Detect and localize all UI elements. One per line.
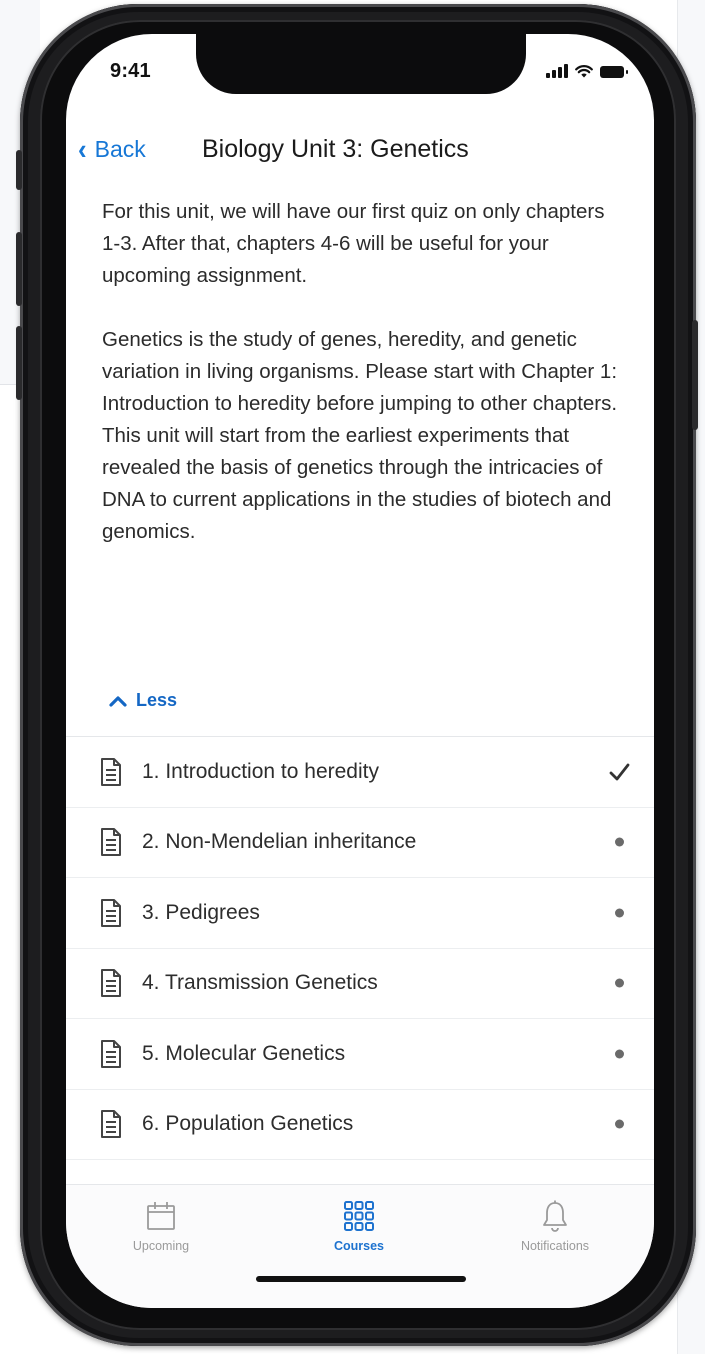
pending-dot-icon (615, 1049, 624, 1059)
status-icons (546, 64, 628, 78)
tab-courses[interactable]: Courses (284, 1199, 434, 1253)
tab-notifications[interactable]: Notifications (480, 1199, 630, 1253)
mute-switch (16, 150, 22, 190)
back-label: Back (94, 136, 146, 162)
chevron-up-icon (109, 695, 127, 707)
document-icon (101, 969, 121, 998)
chapter-title: 2. Non-Mendelian inheritance (142, 830, 417, 854)
page-title: Biology Unit 3: Genetics (202, 135, 469, 163)
document-icon (101, 757, 121, 786)
document-icon (101, 1039, 121, 1068)
chapter-list: 1. Introduction to heredity 2. Non-Mende… (66, 736, 654, 1160)
unit-description: For this unit, we will have our first qu… (102, 196, 622, 548)
document-icon (101, 828, 121, 857)
home-indicator[interactable] (256, 1276, 466, 1282)
chapter-title: 5. Molecular Genetics (142, 1041, 346, 1065)
bell-icon (543, 1200, 567, 1232)
tab-bar: Upcoming Courses Notifications (66, 1184, 654, 1308)
chapter-row[interactable]: 1. Introduction to heredity (66, 737, 654, 808)
calendar-icon (147, 1202, 175, 1230)
description-paragraph: For this unit, we will have our first qu… (102, 200, 605, 287)
chapter-title: 3. Pedigrees (142, 900, 260, 924)
show-less-label: Less (136, 690, 178, 710)
volume-up-button (16, 232, 22, 306)
nav-bar: ‹ Back Biology Unit 3: Genetics (66, 132, 654, 170)
status-time: 9:41 (110, 60, 151, 82)
grid-icon (344, 1201, 374, 1231)
chapter-row[interactable]: 2. Non-Mendelian inheritance (66, 808, 654, 878)
power-button (692, 320, 698, 430)
back-button[interactable]: ‹ Back (78, 132, 146, 166)
pending-dot-icon (615, 1119, 624, 1129)
tab-label: Courses (333, 1239, 385, 1253)
tab-label: Notifications (520, 1239, 590, 1253)
pending-dot-icon (615, 908, 624, 918)
description-paragraph: Genetics is the study of genes, heredity… (102, 328, 618, 543)
chapter-row[interactable]: 6. Population Genetics (66, 1090, 654, 1160)
phone-screen: 9:41 ‹ Back Biology Unit 3: Genetics For… (66, 34, 654, 1308)
chapter-row[interactable]: 5. Molecular Genetics (66, 1019, 654, 1090)
chapter-title: 1. Introduction to heredity (142, 759, 379, 783)
chapter-title: 4. Transmission Genetics (142, 971, 378, 995)
battery-icon (600, 66, 628, 78)
checkmark-icon (609, 763, 630, 781)
tab-label: Upcoming (132, 1239, 190, 1253)
chapter-row[interactable]: 4. Transmission Genetics (66, 949, 654, 1019)
tab-upcoming[interactable]: Upcoming (86, 1199, 236, 1253)
pending-dot-icon (615, 837, 624, 847)
notch (196, 34, 526, 94)
cellular-signal-icon (546, 64, 568, 78)
wifi-icon (575, 65, 593, 78)
pending-dot-icon (615, 978, 624, 988)
chevron-left-icon: ‹ (78, 132, 87, 166)
document-icon (101, 898, 121, 927)
document-icon (101, 1110, 121, 1139)
volume-down-button (16, 326, 22, 400)
chapter-row[interactable]: 3. Pedigrees (66, 878, 654, 949)
chapter-title: 6. Population Genetics (142, 1112, 354, 1136)
show-less-button[interactable]: Less (108, 690, 177, 711)
